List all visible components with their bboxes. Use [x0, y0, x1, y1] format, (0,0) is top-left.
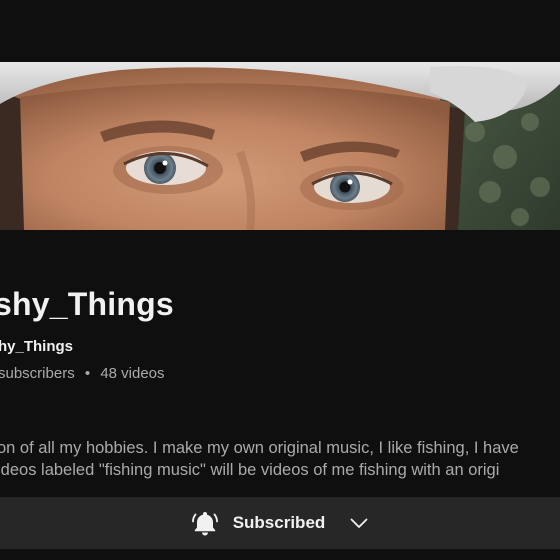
subscribed-button[interactable]: Subscribed [0, 497, 560, 549]
channel-banner [0, 62, 560, 230]
banner-image [0, 62, 560, 230]
description-line: ideos labeled "fishing music" will be vi… [0, 461, 500, 479]
channel-page: shy_Things hy_Things subscribers • 48 vi… [0, 0, 560, 560]
description-line: on of all my hobbies. I make my own orig… [0, 439, 519, 457]
channel-description[interactable]: on of all my hobbies. I make my own orig… [0, 437, 560, 481]
bell-icon [191, 509, 219, 537]
channel-name: shy_Things [0, 286, 174, 322]
chevron-down-icon [349, 513, 369, 533]
channel-handle: hy_Things [0, 338, 74, 355]
subscribed-label: Subscribed [232, 513, 326, 532]
subscriber-count: subscribers [0, 365, 75, 382]
video-count: 48 videos [100, 365, 165, 382]
channel-stats: subscribers • 48 videos [0, 365, 165, 382]
stats-separator: • [84, 365, 91, 382]
